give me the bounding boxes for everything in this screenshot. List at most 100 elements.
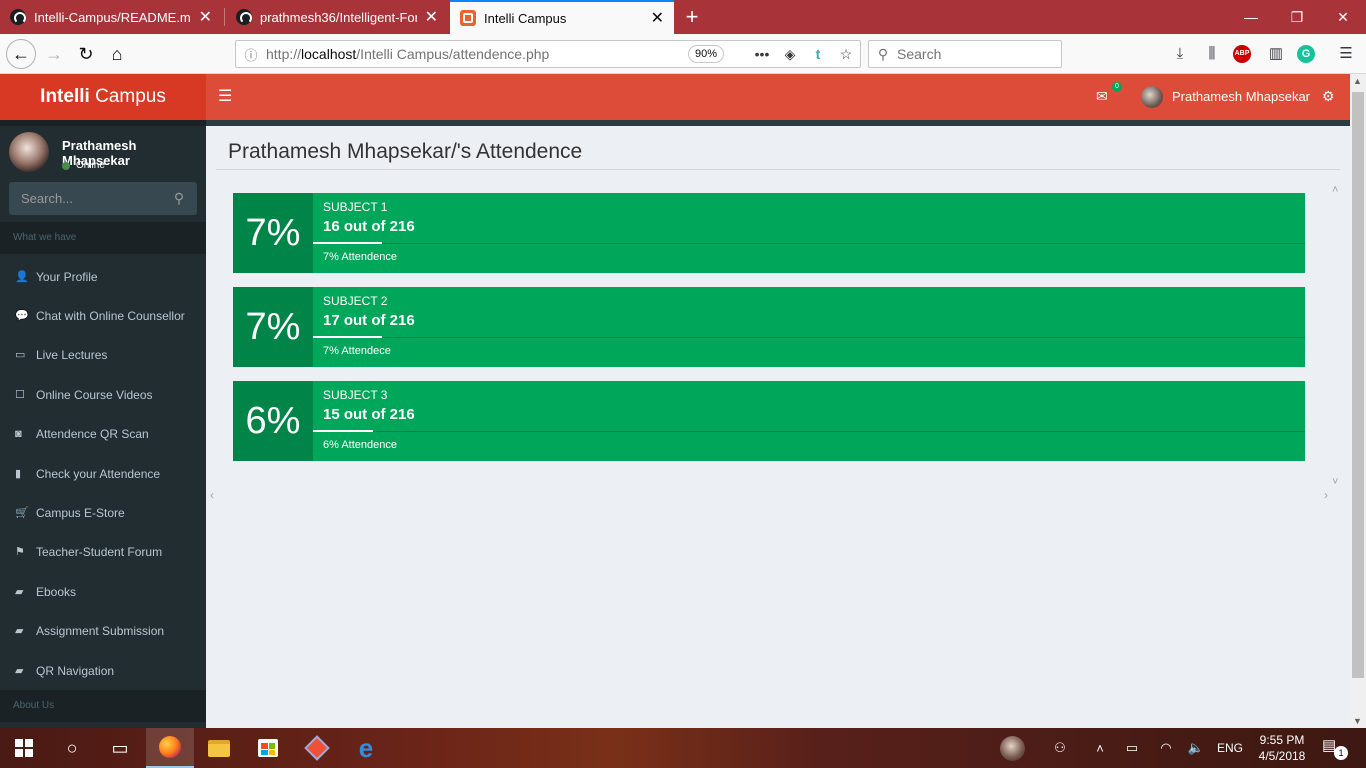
close-tab-icon[interactable]: ✕ bbox=[425, 7, 438, 27]
app-top-nav: ☰ ✉ 0 Prathamesh Mhapsekar ⚙ bbox=[206, 74, 1350, 120]
start-button[interactable] bbox=[0, 728, 48, 768]
show-hidden-icons[interactable]: ˄ bbox=[1088, 728, 1112, 768]
scroll-down-icon[interactable]: ▼ bbox=[1353, 716, 1362, 726]
sidebar-item-course-videos[interactable]: ☐ Online Course Videos bbox=[0, 375, 206, 414]
scrollbar-thumb[interactable] bbox=[1352, 92, 1364, 678]
browser-tab-intelligent-form[interactable]: prathmesh36/Intelligent-Form- ✕ bbox=[226, 0, 448, 34]
volume-icon[interactable]: 🔈 bbox=[1184, 728, 1208, 768]
clock-date: 4/5/2018 bbox=[1258, 749, 1306, 763]
pocket-icon[interactable]: ◈ bbox=[776, 46, 804, 63]
restore-button[interactable]: ❐ bbox=[1274, 0, 1320, 34]
taskbar-clock[interactable]: 9:55 PM 4/5/2018 bbox=[1252, 732, 1312, 764]
sidebar-item-e-store[interactable]: 🛒 Campus E-Store bbox=[0, 493, 206, 532]
inner-horizontal-scrollbar[interactable]: ‹ › bbox=[206, 488, 1340, 504]
app-logo[interactable]: Intelli Campus bbox=[0, 74, 206, 120]
progress-track bbox=[313, 337, 1305, 338]
sidebar-search-input[interactable]: Search... ⚲ bbox=[9, 182, 197, 215]
sidebar-toggle-button[interactable]: ☰ bbox=[218, 87, 238, 107]
sidebar-toggle-icon[interactable]: ▥ bbox=[1265, 43, 1287, 65]
bookmark-star-icon[interactable]: ☆ bbox=[832, 46, 860, 63]
scroll-right-icon[interactable]: › bbox=[1324, 488, 1328, 502]
wifi-icon[interactable]: ◠ bbox=[1154, 728, 1178, 768]
language-indicator[interactable]: ENG bbox=[1214, 728, 1246, 768]
browser-nav-bar: ← → ↻ ⌂ ⓘ http://localhost/Intelli Campu… bbox=[0, 34, 1366, 74]
taskbar-file-explorer[interactable] bbox=[195, 728, 243, 768]
windows-logo-icon bbox=[15, 739, 33, 757]
minimize-button[interactable]: — bbox=[1228, 0, 1274, 34]
library-icon[interactable]: ⫼ bbox=[1201, 43, 1223, 65]
back-button[interactable]: ← bbox=[6, 39, 36, 69]
user-menu-name[interactable]: Prathamesh Mhapsekar bbox=[1172, 89, 1310, 104]
cortana-button[interactable]: ○ bbox=[48, 728, 96, 768]
progress-description: 7% Attendece bbox=[323, 345, 391, 357]
sidebar-item-ebooks[interactable]: ▰ Ebooks bbox=[0, 572, 206, 611]
people-avatar[interactable] bbox=[1000, 736, 1025, 761]
attendence-percent: 7% bbox=[233, 287, 313, 367]
user-avatar[interactable] bbox=[1141, 86, 1163, 108]
people-icon[interactable]: ⚇ bbox=[1046, 728, 1074, 768]
new-tab-button[interactable]: + bbox=[680, 3, 704, 31]
sidebar-item-forum[interactable]: ⚑ Teacher-Student Forum bbox=[0, 532, 206, 571]
task-view-button[interactable]: ▭ bbox=[96, 728, 144, 768]
attendence-count: 15 out of 216 bbox=[323, 406, 415, 423]
sidebar-item-qr-scan[interactable]: ◙ Attendence QR Scan bbox=[0, 414, 206, 453]
taskbar-edge[interactable]: e bbox=[342, 728, 390, 768]
sidebar-item-live-lectures[interactable]: ▭ Live Lectures bbox=[0, 335, 206, 374]
taskbar-gitkraken[interactable] bbox=[293, 728, 341, 768]
taskbar-firefox[interactable] bbox=[146, 728, 194, 768]
windows-taskbar: ○ ▭ e ⚇ ˄ ▭ ◠ 🔈 ENG 9:55 PM 4/5/2018 ▤ 1 bbox=[0, 728, 1366, 768]
cart-icon: 🛒 bbox=[15, 507, 29, 519]
url-bar[interactable]: ⓘ http://localhost/Intelli Campus/attend… bbox=[235, 40, 861, 68]
search-box[interactable]: ⚲ Search bbox=[868, 40, 1062, 68]
zoom-indicator[interactable]: 90% bbox=[687, 45, 724, 63]
forward-button[interactable]: → bbox=[40, 40, 68, 68]
subject-info-box: 7% SUBJECT 1 16 out of 216 7% Attendence bbox=[233, 193, 1305, 273]
downloads-icon[interactable]: ⤓ bbox=[1169, 43, 1191, 65]
sidebar: Prathamesh Mhapsekar Online Search... ⚲ … bbox=[0, 120, 206, 728]
sidebar-item-check-attendence[interactable]: ▮ Check your Attendence bbox=[0, 454, 206, 493]
sidebar-item-assignment[interactable]: ▰ Assignment Submission bbox=[0, 611, 206, 650]
site-info-icon[interactable]: ⓘ bbox=[236, 45, 266, 64]
grammarly-icon[interactable]: G bbox=[1297, 45, 1315, 63]
subject-info-box: 6% SUBJECT 3 15 out of 216 6% Attendence bbox=[233, 381, 1305, 461]
sidebar-item-qr-navigation[interactable]: ▰ QR Navigation bbox=[0, 651, 206, 690]
inner-scroll-down-icon[interactable]: ˅ bbox=[1332, 476, 1338, 488]
bar-chart-icon: ▮ bbox=[15, 468, 22, 480]
search-circle-icon: ○ bbox=[66, 737, 78, 758]
scroll-up-icon[interactable]: ▲ bbox=[1353, 76, 1362, 86]
inner-scroll-up-icon[interactable]: ˄ bbox=[1332, 184, 1338, 196]
home-button[interactable]: ⌂ bbox=[103, 40, 131, 68]
sidebar-item-your-profile[interactable]: 👤 Your Profile bbox=[0, 257, 206, 296]
tumblr-icon[interactable]: t bbox=[804, 46, 832, 62]
camera-icon: ◙ bbox=[15, 427, 22, 440]
adblock-icon[interactable]: ABP bbox=[1233, 45, 1251, 63]
search-placeholder: Search bbox=[897, 46, 942, 62]
browser-tab-intelli-campus[interactable]: Intelli Campus ✕ bbox=[450, 0, 674, 34]
page-scrollbar[interactable]: ▲ ▼ bbox=[1350, 74, 1366, 728]
menu-icon[interactable]: ☰ bbox=[1335, 43, 1357, 65]
settings-gears-icon[interactable]: ⚙ bbox=[1322, 88, 1335, 105]
progress-description: 6% Attendence bbox=[323, 439, 398, 451]
github-icon bbox=[10, 9, 26, 25]
attendence-count: 17 out of 216 bbox=[323, 312, 415, 329]
search-icon[interactable]: ⚲ bbox=[161, 190, 197, 207]
close-window-button[interactable]: ✕ bbox=[1320, 0, 1366, 34]
battery-icon[interactable]: ▭ bbox=[1120, 728, 1144, 768]
close-tab-icon[interactable]: ✕ bbox=[651, 8, 664, 28]
tab-title: prathmesh36/Intelligent-Form- bbox=[260, 9, 417, 25]
sidebar-item-chat-counsellor[interactable]: 💬 Chat with Online Counsellor bbox=[0, 296, 206, 335]
reload-button[interactable]: ↻ bbox=[72, 40, 100, 68]
taskbar-store[interactable] bbox=[244, 728, 292, 768]
page-actions-icon[interactable]: ••• bbox=[748, 46, 776, 62]
user-icon: 👤 bbox=[15, 271, 29, 283]
main-content: Prathamesh Mhapsekar/'s Attendence 7% SU… bbox=[206, 120, 1350, 728]
progress-bar bbox=[313, 336, 383, 338]
progress-description: 7% Attendence bbox=[323, 251, 398, 263]
tab-title: Intelli-Campus/README.md at bbox=[34, 9, 191, 25]
progress-track bbox=[313, 243, 1305, 244]
url-text: http://localhost/Intelli Campus/attenden… bbox=[266, 46, 550, 62]
close-tab-icon[interactable]: ✕ bbox=[199, 7, 212, 27]
scroll-left-icon[interactable]: ‹ bbox=[210, 488, 214, 502]
action-center-button[interactable]: ▤ 1 bbox=[1322, 736, 1348, 760]
browser-tab-readme[interactable]: Intelli-Campus/README.md at ✕ bbox=[0, 0, 222, 34]
